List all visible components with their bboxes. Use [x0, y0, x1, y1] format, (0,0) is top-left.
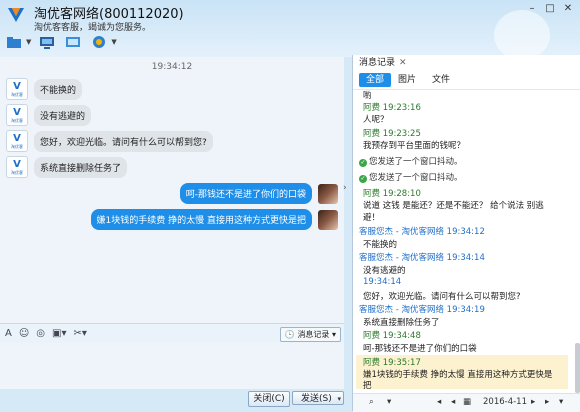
- more-options-icon[interactable]: ▾: [559, 397, 563, 407]
- history-sender: 阿费 19:35:17: [363, 358, 421, 368]
- image-icon[interactable]: ▣▾: [52, 328, 66, 339]
- history-message: 说道 这钱 是能还？还是不能还？ 给个说法 别逃: [363, 201, 544, 211]
- window-controls: – □ ✕: [524, 2, 576, 16]
- dropdown-icon[interactable]: ▾: [387, 397, 391, 407]
- background-decoration: [494, 10, 550, 60]
- filter-tab-files[interactable]: 文件: [425, 73, 457, 87]
- history-message: 没有逃避的: [363, 266, 406, 276]
- agent-avatar[interactable]: V 淘优客: [6, 130, 28, 152]
- history-filter-tabs: 全部 图片 文件: [353, 71, 580, 90]
- send-options-icon[interactable]: ▾: [337, 392, 341, 406]
- incoming-message: V 淘优客 系统直接删除任务了: [6, 156, 128, 178]
- magic-expression-icon[interactable]: ◎: [36, 328, 45, 339]
- history-message: 不能换的: [363, 240, 398, 250]
- history-message: 您好，欢迎光临。请问有什么可以帮到您?: [363, 292, 521, 302]
- message-history-button[interactable]: 🕒 消息记录 ▾: [279, 327, 341, 342]
- history-message: 系统直接删除任务了: [363, 318, 440, 328]
- screen-share-icon[interactable]: [63, 34, 83, 50]
- history-sender: 阿费 19:28:10: [363, 189, 421, 199]
- incoming-message: V 淘优客 不能换的: [6, 78, 83, 100]
- history-message: 避！: [363, 213, 381, 223]
- message-input[interactable]: [0, 343, 344, 389]
- history-sender: 阿费 19:34:48: [363, 331, 421, 341]
- remote-desktop-icon[interactable]: [37, 34, 57, 50]
- history-message: 嫌1块钱的手续费 挣的太慢 直接用这种方式更快是: [363, 370, 553, 380]
- message-bubble: 系统直接删除任务了: [34, 156, 128, 178]
- history-system-notice: ✓ 您发送了一个窗口抖动。: [359, 157, 463, 167]
- chat-message-area[interactable]: 19:34:12 V 淘优客 不能换的 V 淘优客 没有逃避的 V 淘优客 您好，欢迎…: [0, 57, 344, 323]
- first-page-icon[interactable]: ◂: [437, 397, 441, 407]
- history-message: 喲: [363, 91, 372, 101]
- message-bubble: 您好，欢迎光临。请问有什么可以帮到您?: [34, 130, 213, 152]
- check-icon: ✓: [359, 175, 367, 183]
- font-icon[interactable]: A: [5, 328, 12, 339]
- message-timestamp: 19:34:12: [151, 62, 193, 72]
- agent-avatar[interactable]: V 淘优客: [6, 78, 28, 100]
- prev-page-icon[interactable]: ◂: [451, 397, 455, 407]
- agent-avatar[interactable]: V 淘优客: [6, 156, 28, 178]
- screenshot-icon[interactable]: ✂▾: [73, 328, 86, 339]
- user-avatar[interactable]: [318, 183, 338, 204]
- history-message: 人呢？: [363, 115, 389, 125]
- folder-dropdown-icon[interactable]: ▼: [26, 38, 31, 46]
- next-page-icon[interactable]: ▸: [531, 397, 535, 407]
- history-date: 2016-4-11: [483, 397, 527, 407]
- close-tab-icon[interactable]: ✕: [399, 58, 407, 68]
- message-bubble: 嫌1块钱的手续费 挣的太慢 直接用这种方式更快是把: [90, 209, 312, 230]
- history-panel: 消息记录 ✕ 全部 图片 文件 喲 阿费 19:23:16 人呢？ 阿费 19:2…: [352, 55, 580, 412]
- history-footer: ⌕ ▾ ◂ ◂ ▦ 2016-4-11 ▸ ▸ ▾: [353, 393, 580, 412]
- emoji-icon[interactable]: ☺: [19, 328, 29, 339]
- top-toolbar: ▼ ▼: [4, 32, 117, 52]
- close-icon[interactable]: ✕: [560, 2, 576, 16]
- send-button[interactable]: 发送(S) ▾: [292, 391, 344, 405]
- message-bubble: 没有逃避的: [34, 104, 92, 126]
- minimize-icon[interactable]: –: [524, 2, 540, 16]
- outgoing-message: 嫌1块钱的手续费 挣的太慢 直接用这种方式更快是把: [90, 209, 338, 230]
- history-sender: 阿费 19:23:16: [363, 103, 421, 113]
- maximize-icon[interactable]: □: [542, 2, 558, 16]
- history-sender: 客服您杰 - 淘优客网络 19:34:12: [359, 227, 485, 237]
- app-center-dropdown-icon[interactable]: ▼: [111, 38, 116, 46]
- check-icon: ✓: [359, 159, 367, 167]
- history-sender: 阿费 19:23:25: [363, 129, 421, 139]
- folder-icon[interactable]: [4, 34, 24, 50]
- history-scrollbar[interactable]: [575, 343, 580, 393]
- history-system-notice: ✓ 您发送了一个窗口抖动。: [359, 173, 463, 183]
- history-message: 我预存到平台里面的钱呢？: [363, 141, 466, 151]
- collapse-panel-icon[interactable]: ›: [343, 183, 347, 193]
- message-bubble: 不能换的: [34, 78, 83, 100]
- incoming-message: V 淘优客 您好，欢迎光临。请问有什么可以帮到您?: [6, 130, 213, 152]
- history-sender: 19:34:14: [363, 277, 402, 287]
- filter-tab-all[interactable]: 全部: [359, 73, 392, 87]
- input-toolbar: A ☺ ◎ ▣▾ ✂▾ 🕒 消息记录 ▾: [0, 323, 344, 343]
- last-page-icon[interactable]: ▸: [545, 397, 549, 407]
- title-bar: 淘优客网络(800112020) 淘优客客服，竭诚为您服务。 – □ ✕ ▼ ▼: [0, 0, 580, 60]
- history-list[interactable]: 喲 阿费 19:23:16 人呢？ 阿费 19:23:25 我预存到平台里面的钱…: [353, 89, 575, 389]
- user-avatar[interactable]: [318, 209, 338, 230]
- app-center-icon[interactable]: [89, 34, 109, 50]
- history-sender: 客服您杰 - 淘优客网络 19:34:14: [359, 253, 485, 263]
- history-message: 呵-那钱还不是进了你们的口袋: [363, 344, 477, 354]
- history-message: 把: [363, 381, 372, 389]
- agent-avatar[interactable]: V 淘优客: [6, 104, 28, 126]
- history-sender: 客服您杰 - 淘优客网络 19:34:19: [359, 305, 485, 315]
- app-logo-icon: [8, 8, 24, 22]
- calendar-icon[interactable]: ▦: [463, 397, 471, 407]
- message-bubble: 呵-那钱还不是进了你们的口袋: [179, 183, 312, 204]
- incoming-message: V 淘优客 没有逃避的: [6, 104, 92, 126]
- search-icon[interactable]: ⌕: [369, 397, 374, 407]
- outgoing-message: 呵-那钱还不是进了你们的口袋: [179, 183, 338, 204]
- close-button[interactable]: 关闭(C): [248, 391, 290, 407]
- history-tab[interactable]: 消息记录 ✕: [353, 55, 413, 71]
- filter-tab-images[interactable]: 图片: [391, 73, 423, 87]
